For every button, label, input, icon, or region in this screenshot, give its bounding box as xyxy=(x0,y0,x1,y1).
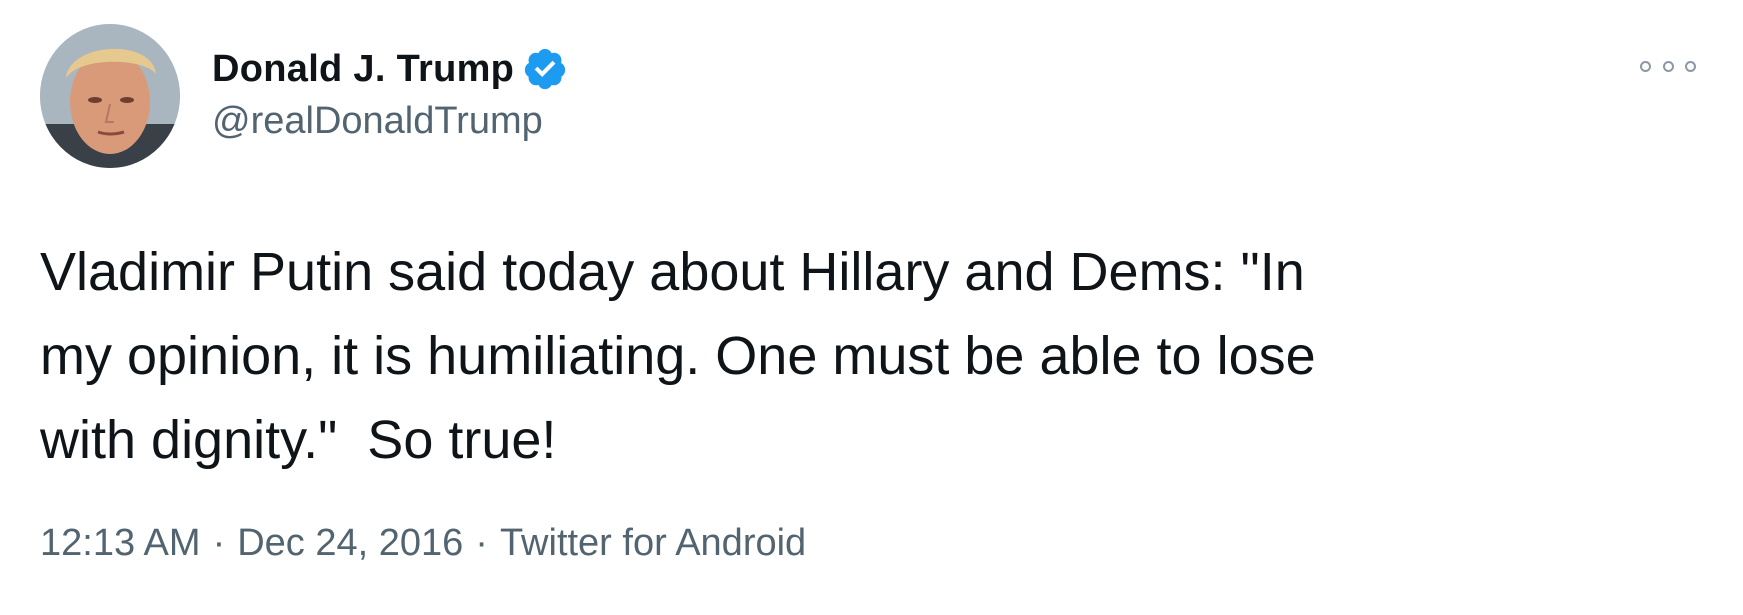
tweet-card: Donald J. Trump @realDonaldTrump Vladimi… xyxy=(0,0,1743,615)
avatar[interactable] xyxy=(40,24,180,168)
tweet-meta: 12:13 AM · Dec 24, 2016 · Twitter for Androi… xyxy=(40,522,806,565)
more-dot xyxy=(1685,60,1696,72)
meta-separator: · xyxy=(475,522,488,564)
tweet-source[interactable]: Twitter for Android xyxy=(500,522,806,564)
avatar-image xyxy=(40,24,180,168)
author-handle[interactable]: @realDonaldTrump xyxy=(212,100,543,143)
author-name-row: Donald J. Trump xyxy=(212,44,568,94)
verified-badge-icon xyxy=(522,46,568,92)
meta-separator: · xyxy=(212,522,226,564)
more-dot xyxy=(1662,60,1674,72)
tweet-date[interactable]: Dec 24, 2016 xyxy=(237,522,463,564)
author-display-name[interactable]: Donald J. Trump xyxy=(212,48,514,91)
more-dot xyxy=(1640,60,1651,72)
tweet-time[interactable]: 12:13 AM xyxy=(40,522,201,564)
more-options-icon[interactable] xyxy=(1640,52,1696,80)
tweet-text: Vladimir Putin said today about Hillary … xyxy=(40,242,1316,470)
